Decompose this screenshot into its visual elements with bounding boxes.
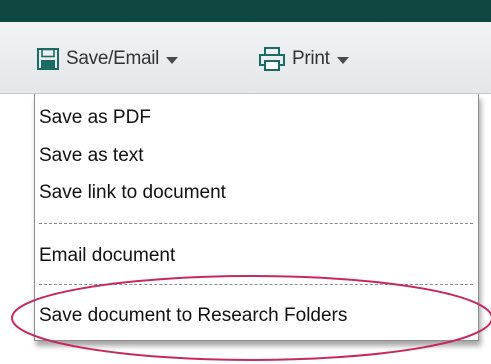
save-email-dropdown-menu: Save as PDF Save as text Save link to do… bbox=[34, 94, 479, 341]
menu-item-save-as-pdf[interactable]: Save as PDF bbox=[35, 102, 478, 134]
chevron-down-icon bbox=[166, 56, 179, 64]
menu-separator bbox=[39, 284, 473, 285]
chevron-down-icon bbox=[336, 56, 349, 64]
print-label: Print bbox=[292, 48, 330, 69]
menu-separator bbox=[39, 223, 473, 224]
print-button[interactable]: Print bbox=[258, 42, 349, 76]
save-email-button[interactable]: Save/Email bbox=[36, 42, 179, 76]
menu-item-save-to-research-folders[interactable]: Save document to Research Folders bbox=[35, 300, 478, 332]
screenshot: Save/Email Print Save as PDF Save as tex… bbox=[0, 0, 491, 364]
menu-item-save-link[interactable]: Save link to document bbox=[35, 177, 478, 209]
toolbar: Save/Email Print bbox=[0, 22, 491, 94]
menu-item-save-as-text[interactable]: Save as text bbox=[35, 140, 478, 172]
save-email-label: Save/Email bbox=[66, 48, 160, 69]
menu-item-email-document[interactable]: Email document bbox=[35, 240, 478, 272]
floppy-disk-icon bbox=[36, 47, 60, 71]
top-bar bbox=[0, 0, 491, 22]
printer-icon bbox=[258, 46, 286, 72]
